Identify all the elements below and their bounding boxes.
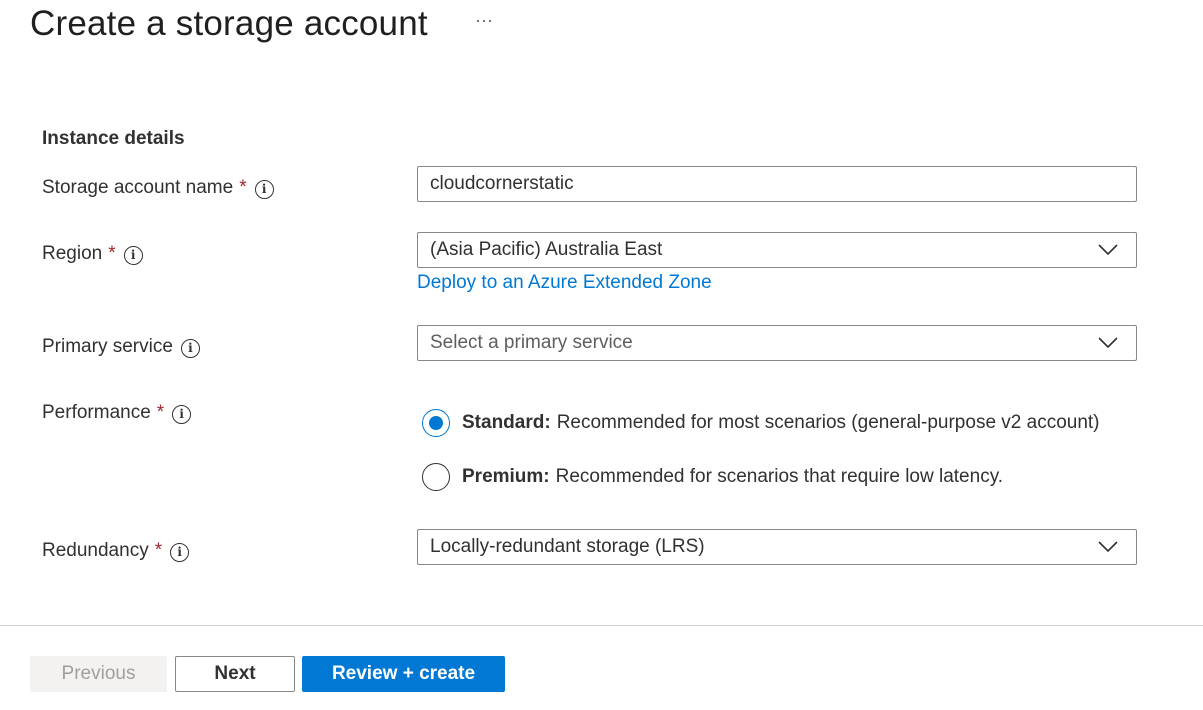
next-button[interactable]: Next [175, 656, 295, 692]
chevron-down-icon [1098, 337, 1118, 349]
region-dropdown[interactable]: (Asia Pacific) Australia East [417, 232, 1137, 268]
radio-checked-dot [429, 416, 443, 430]
redundancy-dropdown[interactable]: Locally-redundant storage (LRS) [417, 529, 1137, 565]
review-create-button[interactable]: Review + create [302, 656, 505, 692]
required-mark: * [154, 540, 163, 561]
premium-option-description: Recommended for scenarios that require l… [555, 466, 1004, 487]
primary-service-dropdown[interactable]: Select a primary service [417, 325, 1137, 361]
redundancy-label-text: Redundancy [42, 540, 149, 561]
performance-option-standard[interactable]: Standard: Recommended for most scenarios… [422, 409, 1100, 437]
primary-service-placeholder: Select a primary service [430, 332, 633, 353]
info-icon[interactable]: i [123, 245, 143, 265]
chevron-down-icon [1098, 244, 1118, 256]
region-label: Region * i [42, 241, 143, 267]
required-mark: * [239, 177, 247, 198]
radio-premium[interactable] [422, 463, 450, 491]
storage-account-name-input[interactable] [417, 166, 1137, 202]
redundancy-label: Redundancy * i [42, 538, 190, 564]
required-mark: * [156, 402, 165, 423]
storage-account-name-label-text: Storage account name [42, 177, 234, 198]
radio-standard[interactable] [422, 409, 450, 437]
region-selected-value: (Asia Pacific) Australia East [430, 239, 663, 260]
performance-label: Performance * i [42, 400, 192, 426]
region-label-text: Region [42, 243, 103, 264]
required-mark: * [108, 243, 116, 264]
storage-account-name-label: Storage account name * i [42, 175, 274, 201]
instance-details-heading: Instance details [42, 128, 185, 149]
premium-option-name: Premium: [462, 466, 550, 487]
primary-service-label-text: Primary service [42, 336, 173, 357]
chevron-down-icon [1098, 541, 1118, 553]
performance-label-text: Performance [42, 402, 151, 423]
more-icon[interactable]: ··· [468, 8, 500, 36]
redundancy-selected-value: Locally-redundant storage (LRS) [430, 536, 705, 557]
previous-button[interactable]: Previous [30, 656, 167, 692]
info-icon[interactable]: i [170, 542, 190, 562]
page-title: Create a storage account [30, 4, 428, 43]
standard-option-name: Standard: [462, 412, 551, 433]
standard-option-description: Recommended for most scenarios (general-… [556, 412, 1100, 433]
performance-option-premium[interactable]: Premium: Recommended for scenarios that … [422, 463, 1003, 491]
deploy-extended-zone-link[interactable]: Deploy to an Azure Extended Zone [417, 270, 712, 296]
primary-service-label: Primary service i [42, 334, 200, 360]
footer-divider [0, 625, 1203, 626]
info-icon[interactable]: i [254, 179, 274, 199]
create-storage-account-page: Create a storage account ··· Instance de… [0, 0, 1203, 710]
info-icon[interactable]: i [172, 404, 192, 424]
info-icon[interactable]: i [180, 338, 200, 358]
